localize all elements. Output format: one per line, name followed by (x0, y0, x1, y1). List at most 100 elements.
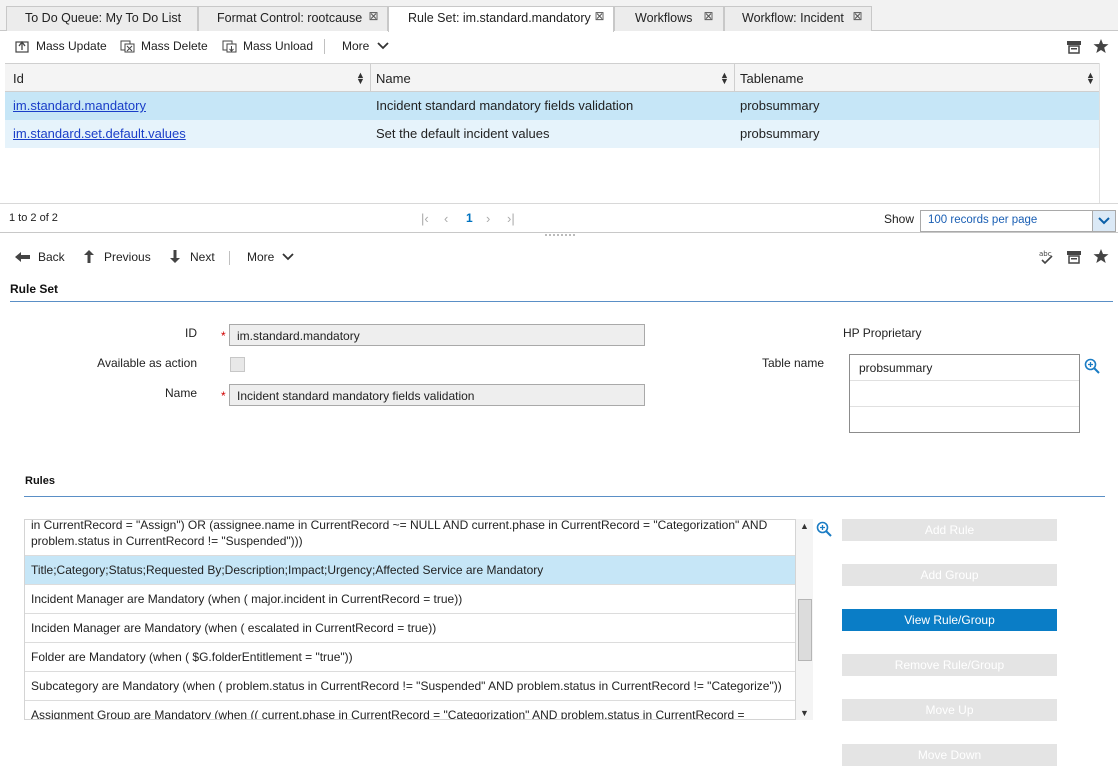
close-icon[interactable]: ⊠ (368, 10, 379, 22)
pager-bar: 1 to 2 of 2 |‹ ‹ 1 › ›| Show 100 records… (0, 203, 1118, 233)
rule-item[interactable]: in CurrentRecord = "Assign") OR (assigne… (25, 520, 797, 556)
row-name: Set the default incident values (376, 126, 550, 141)
next-button[interactable]: Next (169, 249, 215, 264)
last-page-icon[interactable]: ›| (507, 211, 515, 226)
scroll-thumb[interactable] (798, 599, 812, 661)
tab-bar: To Do Queue: My To Do List Format Contro… (0, 0, 1118, 32)
mass-unload-icon (222, 40, 237, 53)
chevron-down-icon (377, 42, 389, 50)
column-header-id[interactable]: Id (13, 71, 24, 86)
zoom-icon[interactable] (1084, 358, 1100, 374)
rule-item[interactable]: Inciden Manager are Mandatory (when ( es… (25, 614, 797, 643)
column-divider[interactable] (370, 64, 371, 92)
column-divider[interactable] (734, 64, 735, 92)
move-up-button[interactable]: Move Up (842, 699, 1057, 721)
remove-rule-group-button[interactable]: Remove Rule/Group (842, 654, 1057, 676)
dropdown-button[interactable] (1092, 211, 1115, 231)
table-name-field[interactable] (850, 407, 1079, 433)
previous-button[interactable]: Previous (83, 249, 151, 264)
table-name-field[interactable]: probsummary (850, 355, 1079, 381)
table-name-field[interactable] (850, 381, 1079, 407)
mass-unload-button[interactable]: Mass Unload (222, 39, 313, 53)
current-page[interactable]: 1 (466, 211, 473, 225)
table-row[interactable]: im.standard.set.default.values Set the d… (5, 120, 1099, 148)
back-button[interactable]: Back (14, 250, 65, 264)
section-title-rules: Rules (25, 475, 55, 487)
id-label: ID (185, 326, 197, 340)
rule-item[interactable]: Incident Manager are Mandatory (when ( m… (25, 585, 797, 614)
column-header-tablename[interactable]: Tablename (740, 71, 804, 86)
row-id-link[interactable]: im.standard.mandatory (13, 98, 146, 113)
splitter-handle[interactable] (545, 234, 575, 238)
scroll-up-icon[interactable]: ▲ (800, 521, 809, 531)
mass-delete-label: Mass Delete (141, 39, 208, 53)
name-label: Name (164, 386, 197, 400)
mass-update-button[interactable]: Mass Update (15, 39, 107, 53)
records-per-page-select[interactable]: 100 records per page (920, 210, 1116, 232)
rules-scrollbar[interactable]: ▲ ▼ (795, 519, 813, 720)
scroll-down-icon[interactable]: ▼ (800, 708, 809, 718)
section-divider (10, 301, 1113, 302)
arrow-down-icon (170, 250, 180, 263)
id-field[interactable]: im.standard.mandatory (229, 324, 645, 346)
rule-item[interactable]: Folder are Mandatory (when ( $G.folderEn… (25, 643, 797, 672)
star-icon[interactable] (1093, 248, 1109, 264)
sort-icon[interactable]: ▲ ▼ (356, 71, 365, 86)
arrow-up-icon (84, 250, 94, 263)
name-field[interactable]: Incident standard mandatory fields valid… (229, 384, 645, 406)
table-row[interactable]: im.standard.mandatory Incident standard … (5, 92, 1099, 120)
mass-delete-button[interactable]: Mass Delete (120, 39, 208, 53)
previous-page-icon[interactable]: ‹ (444, 211, 448, 226)
back-label: Back (38, 250, 65, 264)
previous-label: Previous (104, 249, 151, 264)
add-rule-button[interactable]: Add Rule (842, 519, 1057, 541)
list-toolbar: Mass Update Mass Delete Mass Unload More (0, 32, 1118, 62)
tab-label: Workflow: Incident (742, 11, 844, 25)
chevron-down-icon (282, 253, 294, 261)
tab-workflows[interactable]: Workflows ⊠ (614, 6, 724, 31)
move-down-button[interactable]: Move Down (842, 744, 1057, 766)
view-rule-group-button[interactable]: View Rule/Group (842, 609, 1057, 631)
grid-scrollbar[interactable] (1099, 63, 1118, 203)
section-title-rule-set: Rule Set (10, 282, 59, 296)
rules-list: in CurrentRecord = "Assign") OR (assigne… (24, 519, 813, 720)
chevron-down-icon (1098, 217, 1110, 225)
available-as-action-checkbox[interactable] (230, 357, 245, 372)
next-label: Next (190, 249, 215, 264)
print-icon[interactable] (1066, 39, 1082, 54)
close-icon[interactable]: ⊠ (594, 10, 605, 22)
more-label: More (342, 39, 370, 53)
proprietary-text: HP Proprietary (843, 326, 922, 340)
row-tablename: probsummary (740, 98, 820, 113)
row-name: Incident standard mandatory fields valid… (376, 98, 634, 113)
spell-check-icon[interactable]: abc (1039, 249, 1055, 265)
rule-item[interactable]: Assignment Group are Mandatory (when (( … (25, 701, 797, 719)
zoom-icon[interactable] (816, 521, 832, 537)
sort-icon[interactable]: ▲ ▼ (1086, 71, 1095, 86)
record-count: 1 to 2 of 2 (9, 212, 58, 224)
tab-format-control[interactable]: Format Control: rootcause ⊠ (198, 6, 388, 31)
available-as-action-label: Available as action (97, 356, 197, 370)
close-icon[interactable]: ⊠ (703, 10, 714, 22)
next-page-icon[interactable]: › (486, 211, 490, 226)
print-icon[interactable] (1066, 249, 1082, 264)
tab-label: Rule Set: im.standard.mandatory (408, 11, 591, 25)
more-menu-button[interactable]: More (342, 39, 389, 53)
records-per-page-value: 100 records per page (928, 214, 1038, 226)
column-header-name[interactable]: Name (376, 71, 411, 86)
close-icon[interactable]: ⊠ (852, 10, 863, 22)
sort-icon[interactable]: ▲ ▼ (720, 71, 729, 86)
table-name-label: Table name (761, 356, 824, 370)
svg-text:abc: abc (1039, 250, 1052, 258)
rule-item[interactable]: Subcategory are Mandatory (when ( proble… (25, 672, 797, 701)
tab-todo-queue[interactable]: To Do Queue: My To Do List (6, 6, 198, 31)
tab-rule-set[interactable]: Rule Set: im.standard.mandatory ⊠ (388, 6, 614, 32)
tab-workflow-incident[interactable]: Workflow: Incident ⊠ (724, 6, 872, 31)
tab-label: To Do Queue: My To Do List (25, 11, 182, 25)
more-menu-button[interactable]: More (247, 250, 294, 264)
rule-item[interactable]: Title;Category;Status;Requested By;Descr… (25, 556, 797, 585)
first-page-icon[interactable]: |‹ (421, 211, 429, 226)
add-group-button[interactable]: Add Group (842, 564, 1057, 586)
star-icon[interactable] (1093, 38, 1109, 54)
row-id-link[interactable]: im.standard.set.default.values (13, 126, 186, 141)
